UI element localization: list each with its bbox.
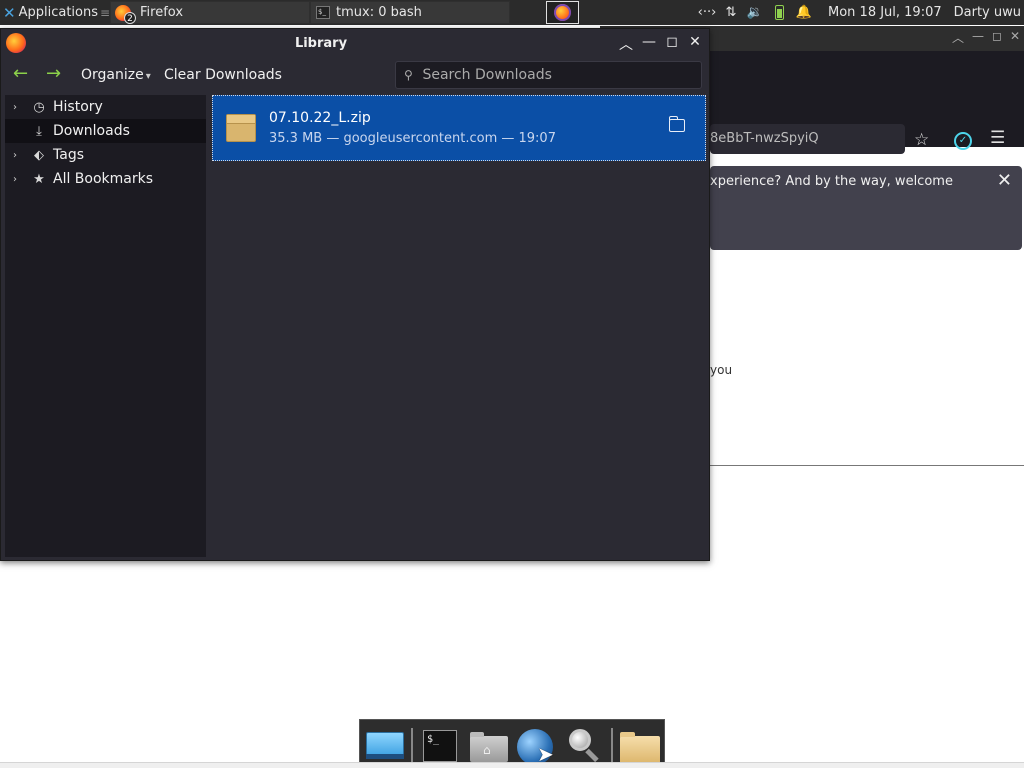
shade-button[interactable]: ︿ (618, 34, 634, 54)
bg-window-close-button[interactable]: ✕ (1010, 29, 1020, 46)
bookmark-star-icon[interactable]: ☆ (914, 130, 929, 150)
minimize-button[interactable]: — (641, 34, 657, 50)
taskbar-item-label: tmux: 0 bash (336, 5, 422, 20)
dock: $_ ⌂ ➤ (359, 719, 665, 768)
library-window: Library ︿ — ◻ ✕ ← → Organize ▾ Clear Down… (0, 28, 710, 561)
sidebar-item-label: Tags (53, 147, 84, 163)
search-placeholder: Search Downloads (422, 67, 552, 83)
maximize-button[interactable]: ◻ (664, 34, 680, 50)
bg-page-content: you (710, 257, 1024, 466)
back-arrow-icon[interactable]: ← (13, 65, 33, 83)
bg-window-maximize-button[interactable]: ◻ (992, 29, 1002, 46)
web-browser-launcher[interactable]: ➤ (515, 726, 555, 766)
show-desktop-launcher[interactable] (364, 726, 404, 764)
sidebar-item-downloads[interactable]: ⤓ Downloads (5, 119, 206, 143)
library-toolbar: ← → Organize ▾ Clear Downloads ⚲ Search D… (1, 57, 709, 93)
star-icon: ★ (33, 171, 45, 187)
sidebar-item-label: History (53, 99, 103, 115)
magnifier-icon (569, 729, 591, 751)
window-count-badge: 2 (124, 11, 136, 24)
close-button[interactable]: ✕ (687, 34, 703, 50)
top-panel: ✕ Applications ≡ 2 Firefox $_ tmux: 0 ba… (0, 0, 1024, 25)
dock-separator (611, 728, 613, 762)
user-menu[interactable]: Darty uwu (954, 5, 1021, 20)
open-folder-icon[interactable] (669, 116, 685, 132)
terminal-icon: $_ (423, 730, 457, 762)
chevron-right-icon[interactable]: › (13, 150, 25, 161)
bg-notification-bar: xperience? And by the way, welcome ✕ (710, 166, 1022, 250)
taskbar-item-tmux[interactable]: $_ tmux: 0 bash (310, 1, 510, 24)
tag-icon: ⬖ (34, 147, 44, 163)
sidebar-item-all-bookmarks[interactable]: › ★ All Bookmarks (5, 167, 206, 191)
chevron-right-icon[interactable]: › (13, 102, 25, 113)
volume-icon[interactable]: 🔉 (743, 5, 767, 20)
applications-label: Applications (18, 5, 98, 20)
organize-button[interactable]: Organize ▾ (81, 67, 151, 83)
notification-bell-icon[interactable]: 🔔 (792, 5, 816, 20)
window-title: Library (294, 36, 348, 51)
transfer-icon[interactable]: ⇅ (719, 5, 743, 20)
taskbar-item-firefox[interactable]: 2 Firefox (110, 1, 310, 24)
chevron-right-icon[interactable]: › (13, 174, 25, 185)
bg-window-minimize-button[interactable]: — (972, 29, 984, 46)
library-sidebar: › ◷ History ⤓ Downloads › ⬖ Tags › ★ All… (5, 95, 206, 557)
close-icon[interactable]: ✕ (997, 170, 1012, 191)
bg-page-text: you (710, 363, 733, 377)
download-icon: ⤓ (36, 123, 42, 139)
clock-icon: ◷ (33, 99, 45, 115)
sidebar-item-label: All Bookmarks (53, 171, 154, 187)
folder-icon (620, 732, 660, 764)
applications-menu[interactable]: ✕ Applications ≡ (0, 0, 110, 25)
file-manager-launcher[interactable] (618, 726, 660, 764)
bottom-strip (0, 762, 1024, 768)
clock[interactable]: Mon 18 Jul, 19:07 (828, 5, 942, 20)
sidebar-item-label: Downloads (53, 123, 130, 139)
app-finder-launcher[interactable] (565, 726, 605, 764)
organize-label: Organize (81, 67, 144, 83)
terminal-launcher[interactable]: $_ (422, 726, 462, 764)
clear-downloads-button[interactable]: Clear Downloads (164, 67, 282, 83)
download-item[interactable]: 07.10.22_L.zip 35.3 MB — googleuserconte… (212, 95, 706, 161)
terminal-icon: $_ (316, 6, 330, 19)
dock-separator (411, 728, 413, 762)
hamburger-menu-icon[interactable]: ☰ (990, 128, 1005, 148)
vpn-check-icon[interactable]: ✓ (954, 132, 972, 150)
forward-arrow-icon[interactable]: → (46, 65, 66, 83)
battery-icon[interactable] (775, 5, 784, 20)
search-icon: ⚲ (404, 68, 413, 82)
system-tray: ‹··› ⇅ 🔉 🔔 Mon 18 Jul, 19:07 Darty uwu (695, 0, 1021, 25)
sidebar-item-history[interactable]: › ◷ History (5, 95, 206, 119)
bg-notification-text: xperience? And by the way, welcome (710, 174, 953, 189)
menu-handle-icon: ≡ (100, 5, 111, 20)
network-icon[interactable]: ‹··› (695, 5, 719, 20)
zip-archive-icon (226, 114, 256, 142)
download-filename: 07.10.22_L.zip (269, 110, 371, 126)
bg-url-text: 8eBbT-nwzSpyiQ (710, 131, 819, 146)
bg-window-shade-button[interactable]: ︿ (952, 29, 964, 46)
xfce-logo-icon: ✕ (3, 3, 16, 22)
library-titlebar[interactable]: Library ︿ — ◻ ✕ (1, 29, 709, 57)
taskbar-item-label: Firefox (140, 5, 184, 20)
download-details: 35.3 MB — googleusercontent.com — 19:07 (269, 131, 556, 146)
bg-url-bar[interactable]: 8eBbT-nwzSpyiQ (710, 124, 905, 154)
chevron-down-icon: ▾ (145, 71, 151, 82)
firefox-launcher-icon[interactable] (546, 1, 579, 24)
search-downloads-input[interactable]: ⚲ Search Downloads (395, 61, 702, 89)
downloads-list: 07.10.22_L.zip 35.3 MB — googleuserconte… (210, 95, 706, 557)
home-folder-launcher[interactable]: ⌂ (468, 726, 508, 764)
firefox-icon: 2 (114, 3, 136, 24)
sidebar-item-tags[interactable]: › ⬖ Tags (5, 143, 206, 167)
